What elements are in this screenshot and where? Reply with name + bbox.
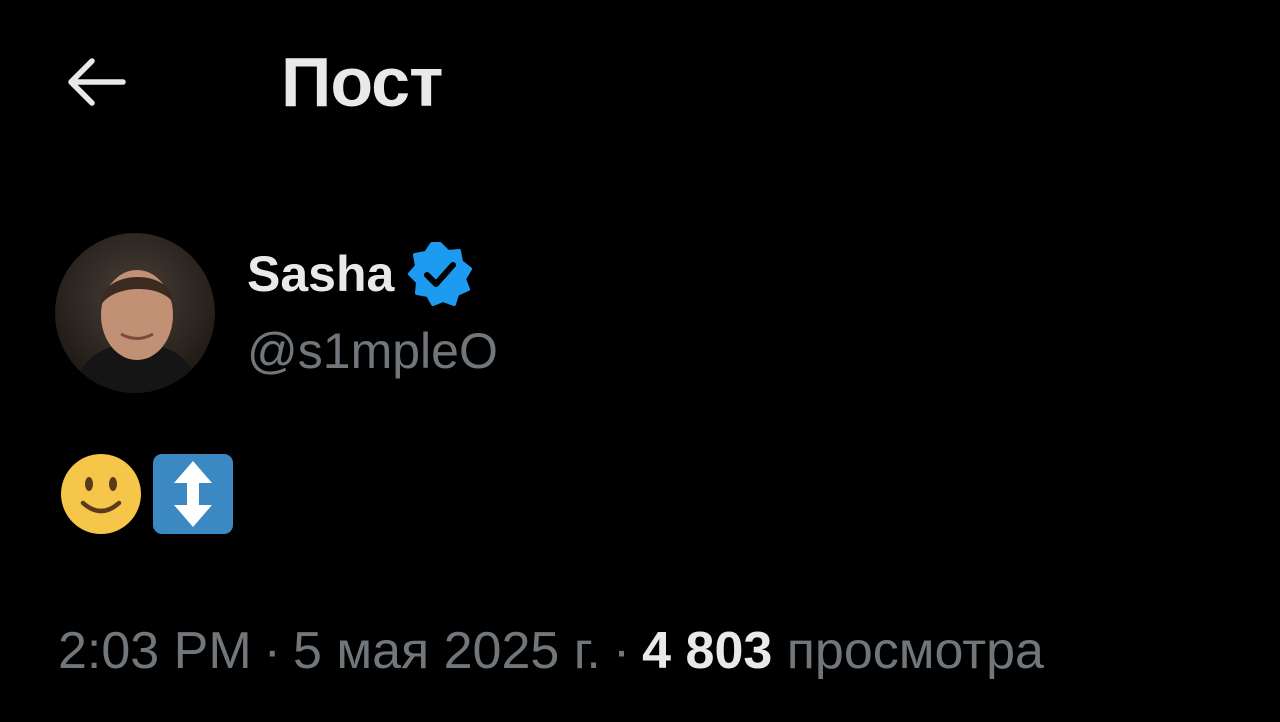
arrow-left-icon [68,58,126,106]
post-author: Sasha @s1mpleO [55,233,755,393]
post-date[interactable]: 5 мая 2025 г. [293,622,601,680]
post-text [60,453,234,535]
top-bar: Пост [0,0,1280,165]
back-button[interactable] [60,46,132,118]
verified-badge-icon[interactable] [408,242,473,306]
post-meta: 2:03 PM · 5 мая 2025 г. · 4 803 просмотра [58,618,1044,684]
meta-separator-2: · [612,622,631,680]
user-handle[interactable]: @s1mpleO [247,321,498,381]
meta-separator: · [263,622,281,680]
author-name-row: Sasha [247,239,473,309]
views-label: просмотра [786,622,1044,680]
page-title: Пост [281,43,443,121]
views-count[interactable]: 4 803 [642,622,772,680]
avatar[interactable] [55,233,215,393]
display-name[interactable]: Sasha [247,244,394,304]
up-down-arrow-emoji [153,454,233,534]
post-time[interactable]: 2:03 PM [58,622,252,680]
slightly-smiling-face-emoji [61,454,141,534]
